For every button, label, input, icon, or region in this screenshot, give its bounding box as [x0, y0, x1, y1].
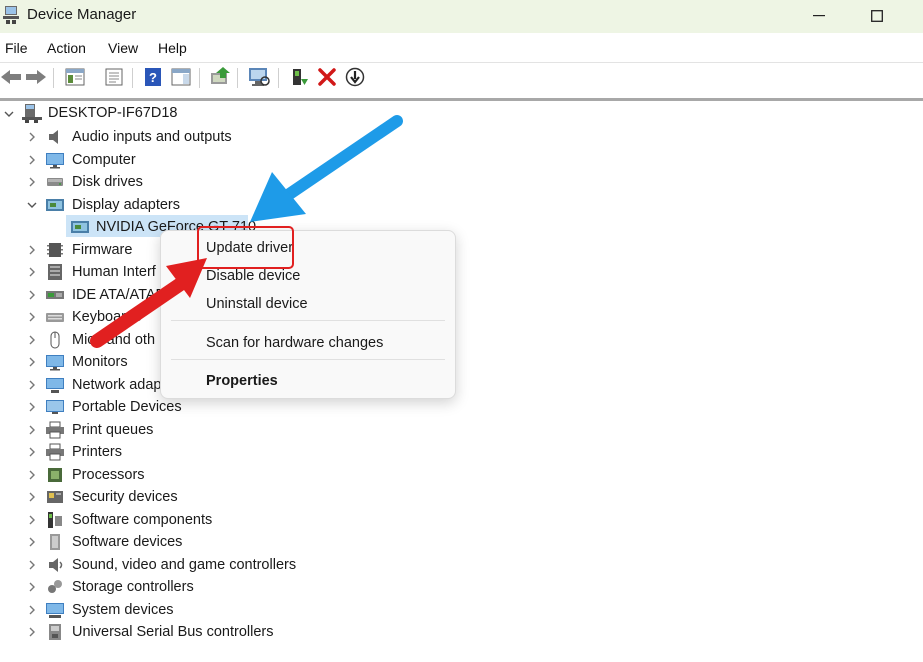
- blue-arrow-icon: [250, 115, 403, 222]
- annotation-arrows: [90, 115, 403, 348]
- red-arrow-icon: [90, 258, 207, 348]
